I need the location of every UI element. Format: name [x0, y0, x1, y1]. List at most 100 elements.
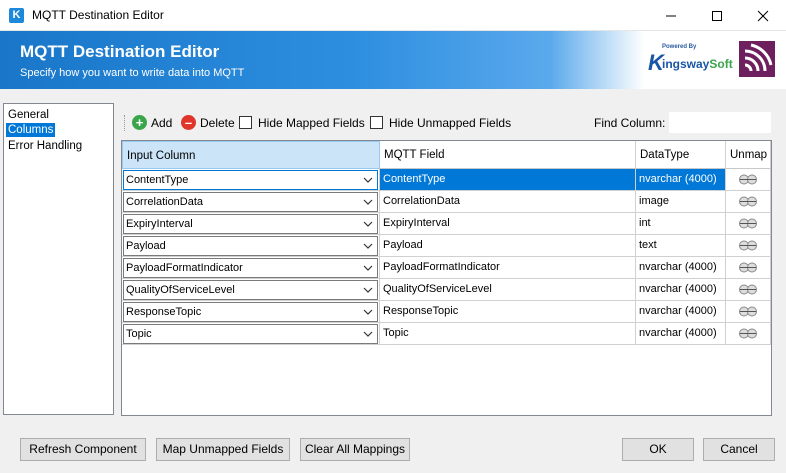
banner-subtitle: Specify how you want to write data into …	[20, 67, 245, 79]
input-column-dropdown[interactable]: CorrelationData	[123, 192, 378, 212]
mqtt-field-cell[interactable]: Topic	[380, 323, 636, 345]
maximize-icon	[712, 11, 722, 21]
mqtt-field-cell[interactable]: ExpiryInterval	[380, 213, 636, 235]
input-column-value: ContentType	[126, 174, 189, 186]
map-unmapped-fields-button[interactable]: Map Unmapped Fields	[156, 438, 290, 461]
refresh-component-button[interactable]: Refresh Component	[20, 438, 146, 461]
logo-wordmark: ingswaySoft	[662, 57, 733, 71]
input-column-cell[interactable]: ExpiryInterval	[122, 213, 380, 235]
input-column-dropdown[interactable]: ContentType	[123, 170, 378, 190]
table-row[interactable]: ExpiryInterval ExpiryInterval int	[122, 213, 771, 235]
datatype-cell: nvarchar (4000)	[636, 279, 726, 301]
input-column-cell[interactable]: PayloadFormatIndicator	[122, 257, 380, 279]
unmap-cell[interactable]	[726, 213, 771, 235]
input-column-cell[interactable]: ResponseTopic	[122, 301, 380, 323]
unmap-cell[interactable]	[726, 279, 771, 301]
logo-powered-by: Powered By	[662, 44, 697, 50]
nav-item-columns[interactable]: Columns	[6, 123, 56, 137]
datatype-cell: nvarchar (4000)	[636, 169, 726, 191]
delete-button[interactable]: Delete	[200, 116, 235, 130]
input-column-dropdown[interactable]: ResponseTopic	[123, 302, 378, 322]
unmap-cell[interactable]	[726, 323, 771, 345]
hide-mapped-checkbox[interactable]	[239, 116, 252, 129]
minimize-button[interactable]	[648, 0, 694, 31]
chevron-down-icon	[363, 177, 373, 183]
input-column-value: ResponseTopic	[126, 306, 202, 318]
delete-icon[interactable]: –	[181, 115, 196, 130]
input-column-value: QualityOfServiceLevel	[126, 284, 235, 296]
nav-item-general[interactable]: General	[6, 108, 51, 122]
table-row[interactable]: PayloadFormatIndicator PayloadFormatIndic…	[122, 257, 771, 279]
toolbar-grip	[124, 115, 127, 131]
chevron-down-icon	[363, 287, 373, 293]
input-column-cell[interactable]: Payload	[122, 235, 380, 257]
mqtt-field-cell[interactable]: QualityOfServiceLevel	[380, 279, 636, 301]
mqtt-field-cell[interactable]: Payload	[380, 235, 636, 257]
header-mqtt-field[interactable]: MQTT Field	[380, 141, 636, 169]
mqtt-field-cell[interactable]: PayloadFormatIndicator	[380, 257, 636, 279]
table-row[interactable]: ResponseTopic ResponseTopic nvarchar (4000…	[122, 301, 771, 323]
input-column-value: Payload	[126, 240, 166, 252]
unmap-icon	[739, 218, 757, 229]
unmap-icon	[739, 306, 757, 317]
hide-unmapped-checkbox[interactable]	[370, 116, 383, 129]
add-icon[interactable]: +	[132, 115, 147, 130]
header-unmap[interactable]: Unmap	[726, 141, 771, 169]
clear-all-mappings-button[interactable]: Clear All Mappings	[300, 438, 410, 461]
mqtt-field-cell[interactable]: ResponseTopic	[380, 301, 636, 323]
input-column-value: ExpiryInterval	[126, 218, 193, 230]
table-row[interactable]: QualityOfServiceLevel QualityOfServiceLev…	[122, 279, 771, 301]
unmap-icon	[739, 262, 757, 273]
unmap-cell[interactable]	[726, 169, 771, 191]
input-column-value: Topic	[126, 328, 152, 340]
table-row[interactable]: Topic Topic nvarchar (4000)	[122, 323, 771, 345]
input-column-dropdown[interactable]: ExpiryInterval	[123, 214, 378, 234]
column-mapping-grid: Input Column MQTT Field DataType Unmap C…	[121, 140, 772, 416]
logo-word-b: Soft	[709, 57, 733, 71]
close-button[interactable]	[740, 0, 786, 31]
banner-title: MQTT Destination Editor	[20, 42, 220, 61]
input-column-value: PayloadFormatIndicator	[126, 262, 243, 274]
header-input-column[interactable]: Input Column	[122, 141, 380, 169]
datatype-cell: nvarchar (4000)	[636, 323, 726, 345]
hide-mapped-label[interactable]: Hide Mapped Fields	[258, 116, 365, 130]
unmap-icon	[739, 328, 757, 339]
input-column-cell[interactable]: QualityOfServiceLevel	[122, 279, 380, 301]
header-banner: MQTT Destination Editor Specify how you …	[0, 31, 786, 89]
close-icon	[757, 10, 769, 22]
input-column-cell[interactable]: ContentType	[122, 169, 380, 191]
table-row[interactable]: ContentType ContentType nvarchar (4000)	[122, 169, 771, 191]
chevron-down-icon	[363, 331, 373, 337]
add-button[interactable]: Add	[151, 116, 172, 130]
input-column-dropdown[interactable]: QualityOfServiceLevel	[123, 280, 378, 300]
header-datatype[interactable]: DataType	[636, 141, 726, 169]
unmap-cell[interactable]	[726, 257, 771, 279]
kingswaysoft-app-icon: K	[9, 8, 24, 23]
hide-unmapped-label[interactable]: Hide Unmapped Fields	[389, 116, 511, 130]
unmap-cell[interactable]	[726, 235, 771, 257]
mqtt-field-cell[interactable]: CorrelationData	[380, 191, 636, 213]
mqtt-field-cell[interactable]: ContentType	[380, 169, 636, 191]
cancel-button[interactable]: Cancel	[703, 438, 775, 461]
unmap-icon	[739, 240, 757, 251]
chevron-down-icon	[363, 199, 373, 205]
input-column-dropdown[interactable]: Topic	[123, 324, 378, 344]
datatype-cell: image	[636, 191, 726, 213]
find-column-input[interactable]	[669, 112, 771, 133]
input-column-value: CorrelationData	[126, 196, 204, 208]
table-row[interactable]: Payload Payload text	[122, 235, 771, 257]
table-row[interactable]: CorrelationData CorrelationData image	[122, 191, 771, 213]
input-column-dropdown[interactable]: PayloadFormatIndicator	[123, 258, 378, 278]
input-column-cell[interactable]: CorrelationData	[122, 191, 380, 213]
input-column-cell[interactable]: Topic	[122, 323, 380, 345]
chevron-down-icon	[363, 221, 373, 227]
maximize-button[interactable]	[694, 0, 740, 31]
input-column-dropdown[interactable]: Payload	[123, 236, 378, 256]
datatype-cell: text	[636, 235, 726, 257]
unmap-cell[interactable]	[726, 301, 771, 323]
ok-button[interactable]: OK	[622, 438, 694, 461]
datatype-cell: int	[636, 213, 726, 235]
unmap-cell[interactable]	[726, 191, 771, 213]
logo-word-a: ingsway	[662, 57, 710, 71]
nav-item-error-handling[interactable]: Error Handling	[6, 139, 84, 153]
